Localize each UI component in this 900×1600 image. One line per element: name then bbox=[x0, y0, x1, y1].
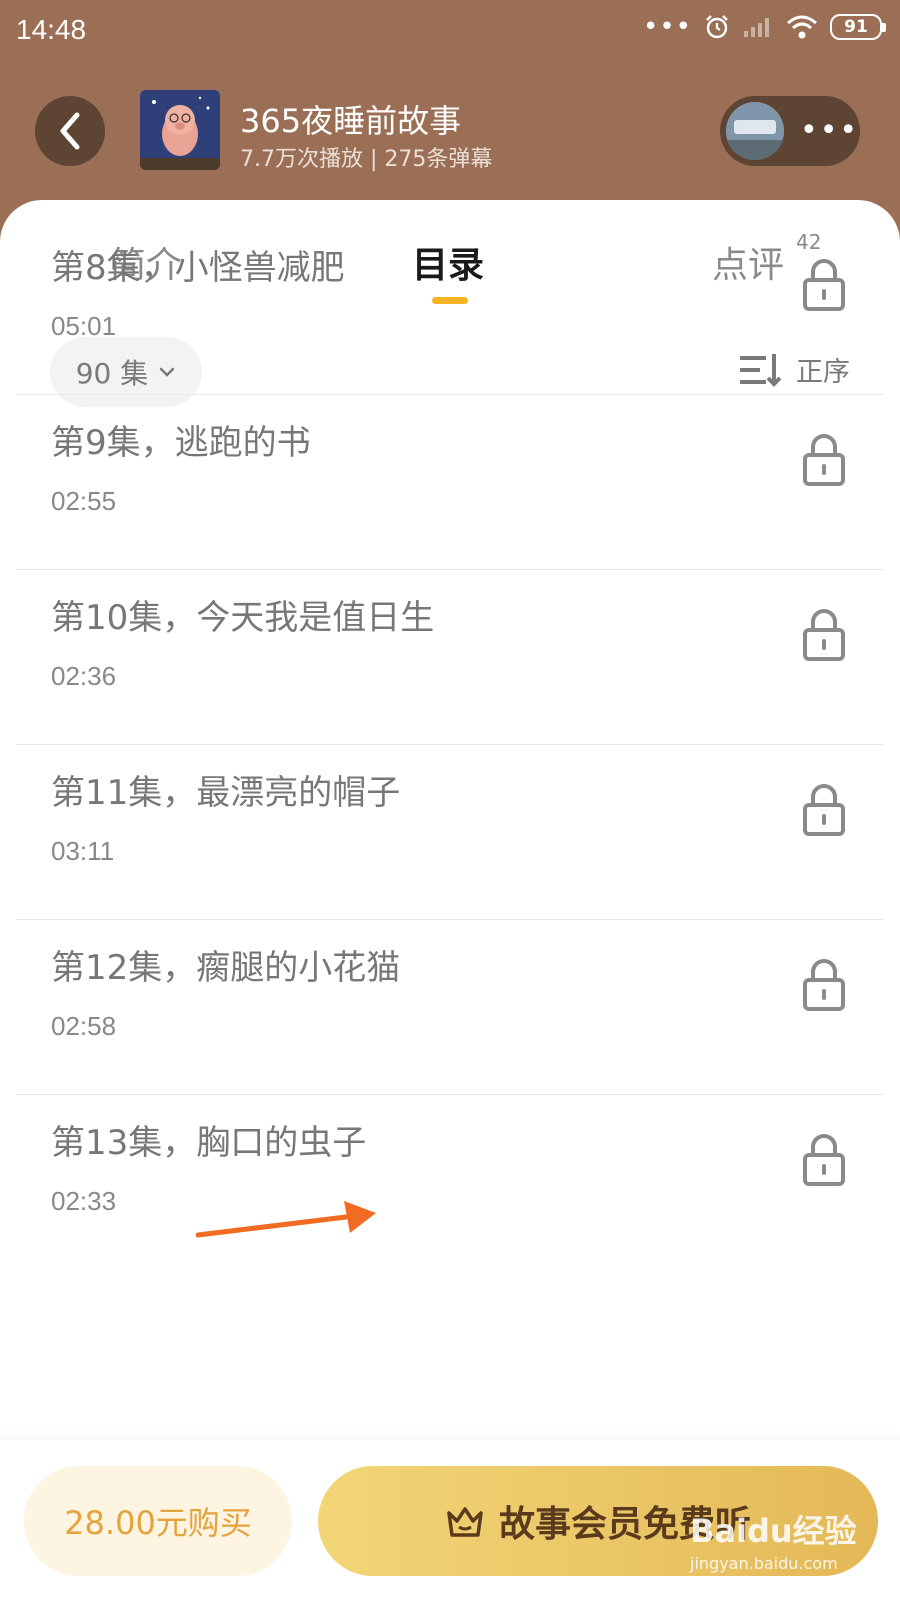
battery-indicator: 91 bbox=[830, 14, 886, 40]
thumbnail-image bbox=[726, 102, 784, 160]
list-item[interactable]: 第12集，瘸腿的小花猫 02:58 bbox=[16, 920, 884, 1095]
pig-illustration bbox=[140, 90, 220, 170]
lock-icon bbox=[803, 959, 845, 1011]
watermark-logo-text: Baidu经验 bbox=[690, 1512, 857, 1550]
bottom-action-bar: 28.00元购买 故事会员免费听 Baidu经验 jingyan.baidu.c… bbox=[0, 1440, 900, 1600]
episode-title: 第11集，最漂亮的帽子 bbox=[51, 773, 401, 813]
episode-title: 第13集，胸口的虫子 bbox=[51, 1123, 367, 1163]
now-playing-thumbnail[interactable] bbox=[726, 102, 784, 160]
episode-duration: 03:11 bbox=[51, 836, 115, 866]
episode-duration: 02:33 bbox=[51, 1186, 117, 1216]
buy-button[interactable]: 28.00元购买 bbox=[24, 1466, 292, 1576]
list-item[interactable]: 第10集，今天我是值日生 02:36 bbox=[16, 570, 884, 745]
lock-icon bbox=[803, 434, 845, 486]
wifi-icon bbox=[787, 15, 817, 39]
more-options-icon[interactable]: ••• bbox=[800, 116, 859, 146]
signal-icon bbox=[744, 18, 769, 37]
list-item[interactable]: 第13集，胸口的虫子 02:33 bbox=[16, 1095, 884, 1270]
list-item[interactable]: 第11集，最漂亮的帽子 03:11 bbox=[16, 745, 884, 920]
chevron-left-icon bbox=[60, 112, 80, 150]
annotation-arrow bbox=[196, 1201, 376, 1238]
episode-duration: 02:55 bbox=[51, 486, 117, 516]
episode-title: 第9集，逃跑的书 bbox=[51, 423, 311, 463]
status-bar: 14:48 ••• 91 bbox=[0, 0, 900, 62]
episode-duration: 02:36 bbox=[51, 661, 117, 691]
mini-player-capsule[interactable]: ••• bbox=[720, 96, 860, 166]
baidu-jingyan-watermark: Baidu经验 jingyan.baidu.com bbox=[690, 1506, 857, 1573]
list-item[interactable]: 第9集，逃跑的书 02:55 bbox=[16, 395, 884, 570]
episode-title: 第12集，瘸腿的小花猫 bbox=[51, 948, 401, 988]
back-button[interactable] bbox=[35, 96, 105, 166]
album-title: 365夜睡前故事 bbox=[240, 102, 462, 140]
list-item[interactable]: 第8集，小怪兽减肥 05:01 bbox=[16, 220, 884, 395]
alarm-icon bbox=[706, 15, 728, 39]
lock-icon bbox=[803, 609, 845, 661]
episode-duration: 05:01 bbox=[51, 311, 117, 341]
lock-icon bbox=[803, 1134, 845, 1186]
episode-title: 第8集，小怪兽减肥 bbox=[51, 248, 345, 288]
album-cover[interactable] bbox=[140, 90, 220, 170]
episode-list: 第8集，小怪兽减肥 05:01 第9集，逃跑的书 02:55 第10集，今天我是… bbox=[16, 220, 884, 1270]
episode-title: 第10集，今天我是值日生 bbox=[51, 598, 435, 638]
status-time: 14:48 bbox=[16, 14, 87, 45]
crown-icon bbox=[447, 1507, 483, 1537]
more-notifications-icon: ••• bbox=[642, 12, 692, 42]
lock-icon bbox=[803, 784, 845, 836]
watermark-url: jingyan.baidu.com bbox=[690, 1554, 838, 1573]
album-meta: 7.7万次播放 | 275条弹幕 bbox=[240, 147, 493, 172]
episode-duration: 02:58 bbox=[51, 1011, 117, 1041]
lock-icon bbox=[803, 259, 845, 311]
